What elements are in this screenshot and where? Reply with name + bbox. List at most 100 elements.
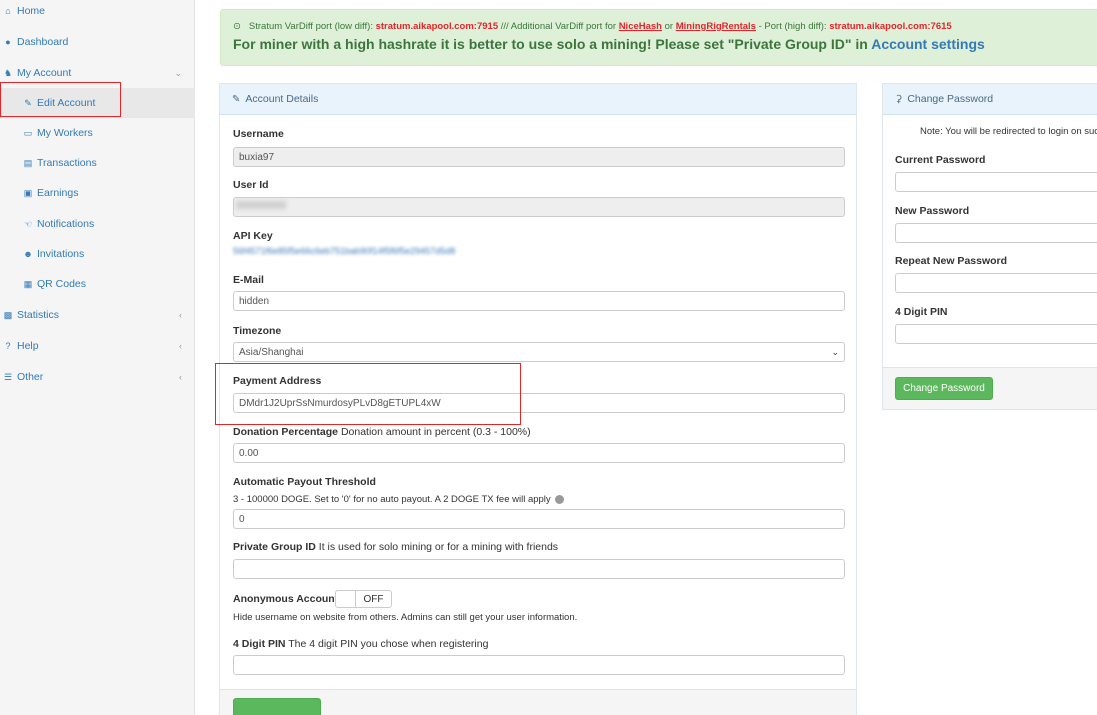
anonymous-label: Anonymous Account: [233, 593, 339, 605]
email-field[interactable]: hidden: [233, 291, 845, 311]
timezone-select[interactable]: Asia/Shanghai ⌄: [233, 342, 845, 362]
donation-value: 0.00: [239, 447, 259, 459]
chevron-left-icon: ‹: [179, 372, 182, 382]
help-icon[interactable]: [555, 494, 565, 504]
password-pin-field[interactable]: [895, 324, 1097, 344]
timezone-value: Asia/Shanghai: [239, 346, 304, 358]
sidebar-item-label: Transactions: [37, 157, 97, 169]
money-icon: ▣: [23, 187, 33, 198]
panel-heading: ✎ Account Details: [220, 84, 856, 115]
repeat-password-label: Repeat New Password: [895, 255, 1008, 267]
sidebar-item-my-workers[interactable]: ▭ My Workers: [0, 118, 195, 148]
password-note: Note: You will be redirected to login on…: [920, 126, 1097, 137]
alert-line: ⊙ Stratum VarDiff port (low diff): strat…: [233, 21, 1085, 32]
sidebar-item-label: Other: [17, 371, 44, 383]
miningrigrentals-link[interactable]: MiningRigRentals: [676, 21, 756, 32]
qrcode-icon: ▦: [23, 278, 33, 289]
private-group-label: Private Group ID It is used for solo min…: [233, 541, 558, 553]
payout-threshold-field[interactable]: 0: [233, 509, 845, 529]
chevron-left-icon: ‹: [179, 310, 182, 320]
pin-label: 4 Digit PIN The 4 digit PIN you chose wh…: [233, 638, 488, 650]
email-label: E-Mail: [233, 274, 264, 286]
sidebar-item-label: My Account: [17, 67, 72, 79]
alert-text: - Port (high diff):: [755, 21, 830, 32]
timezone-label: Timezone: [233, 325, 282, 337]
panel-heading: ⚳ Change Password: [883, 84, 1097, 115]
highlight-box: [0, 82, 121, 117]
desktop-icon: ▭: [23, 127, 33, 138]
donation-hint: Donation amount in percent (0.3 - 100%): [338, 426, 531, 438]
highlight-box: [215, 363, 521, 425]
sidebar-item-other[interactable]: ☰ Other ‹: [0, 362, 195, 392]
userid-field: [233, 197, 845, 217]
sidebar-item-help[interactable]: ? Help ‹: [0, 331, 195, 361]
users-icon: ☻: [23, 249, 33, 259]
alert-solo-note: For miner with a high hashrate it is bet…: [233, 36, 1085, 52]
question-icon: ?: [5, 341, 11, 351]
current-password-field[interactable]: [895, 172, 1097, 192]
sidebar-item-label: Notifications: [37, 218, 95, 230]
toggle-state: OFF: [355, 591, 391, 607]
email-value: hidden: [239, 295, 270, 307]
pin-field[interactable]: [233, 655, 845, 675]
panel-title: Account Details: [245, 93, 319, 105]
payout-threshold-hint: 3 - 100000 DOGE. Set to '0' for no auto …: [233, 494, 565, 505]
panel-footer: Change Password: [883, 367, 1097, 409]
apikey-link[interactable]: 56f4571f6e85f5e66c6eb751bab90f14f5f6f5e2…: [233, 246, 569, 256]
sidebar-item-invitations[interactable]: ☻ Invitations: [0, 239, 195, 269]
donation-label-text: Donation Percentage: [233, 426, 339, 438]
stratum-low-port: stratum.aikapool.com:7915: [375, 21, 499, 32]
bullhorn-icon: ☜: [23, 218, 33, 229]
apikey-label: API Key: [233, 230, 273, 242]
chevron-left-icon: ‹: [179, 341, 182, 351]
panel-title: Change Password: [907, 93, 994, 105]
stratum-high-port: stratum.aikapool.com:7615: [829, 21, 952, 32]
username-field: buxia97: [233, 147, 845, 167]
list-icon: ☰: [3, 371, 13, 382]
update-account-button[interactable]: [233, 698, 321, 715]
account-settings-link[interactable]: Account settings: [871, 36, 985, 52]
chevron-down-icon: ⌄: [174, 67, 182, 78]
change-password-button[interactable]: Change Password: [895, 377, 993, 400]
sidebar-item-dashboard[interactable]: ● Dashboard: [0, 27, 195, 57]
sidebar-item-label: Home: [17, 5, 46, 17]
panel-footer: [220, 689, 856, 715]
sidebar-item-label: Invitations: [37, 248, 85, 260]
password-pin-label: 4 Digit PIN: [895, 306, 948, 318]
donation-field[interactable]: 0.00: [233, 443, 845, 463]
donation-label: Donation Percentage Donation amount in p…: [233, 426, 531, 438]
sidebar-item-home[interactable]: ⌂ Home: [0, 0, 195, 26]
sidebar-item-label: Earnings: [37, 187, 79, 199]
anonymous-toggle[interactable]: OFF: [335, 590, 392, 608]
sidebar-item-label: Help: [17, 340, 39, 352]
alert-text: For miner with a high hashrate it is bet…: [233, 36, 872, 52]
private-group-field[interactable]: [233, 559, 845, 579]
payout-value: 0: [239, 513, 245, 525]
new-password-field[interactable]: [895, 223, 1097, 243]
sidebar-item-transactions[interactable]: ▤ Transactions: [0, 148, 195, 178]
key-icon: ⚳: [895, 93, 903, 105]
group-hint: It is used for solo mining or for a mini…: [315, 541, 559, 553]
bar-chart-icon: ▩: [3, 309, 13, 320]
sidebar-item-label: Dashboard: [17, 36, 69, 48]
userid-redacted: [236, 201, 286, 209]
repeat-password-field[interactable]: [895, 273, 1097, 293]
current-password-label: Current Password: [895, 154, 986, 166]
alert-text: /// Additional VarDiff port for: [498, 21, 619, 32]
sidebar-item-statistics[interactable]: ▩ Statistics ‹: [0, 300, 195, 330]
sidebar-item-notifications[interactable]: ☜ Notifications: [0, 209, 195, 239]
edit-icon: ✎: [232, 93, 241, 105]
payout-hint-text: 3 - 100000 DOGE. Set to '0' for no auto …: [233, 494, 551, 505]
credit-card-icon: ▤: [23, 157, 33, 168]
nicehash-link[interactable]: NiceHash: [619, 21, 662, 32]
pin-hint: The 4 digit PIN you chose when registeri…: [285, 638, 489, 650]
dashboard-icon: ●: [5, 37, 11, 47]
userid-label: User Id: [233, 179, 269, 191]
username-value: buxia97: [239, 151, 275, 163]
sidebar-item-qr-codes[interactable]: ▦ QR Codes: [0, 269, 195, 299]
sidebar-item-earnings[interactable]: ▣ Earnings: [0, 178, 195, 208]
pin-label-text: 4 Digit PIN: [233, 638, 286, 650]
anonymous-hint: Hide username on website from others. Ad…: [233, 612, 578, 623]
check-circle-icon: ⊙: [233, 21, 241, 32]
sidebar-item-label: Statistics: [17, 309, 60, 321]
